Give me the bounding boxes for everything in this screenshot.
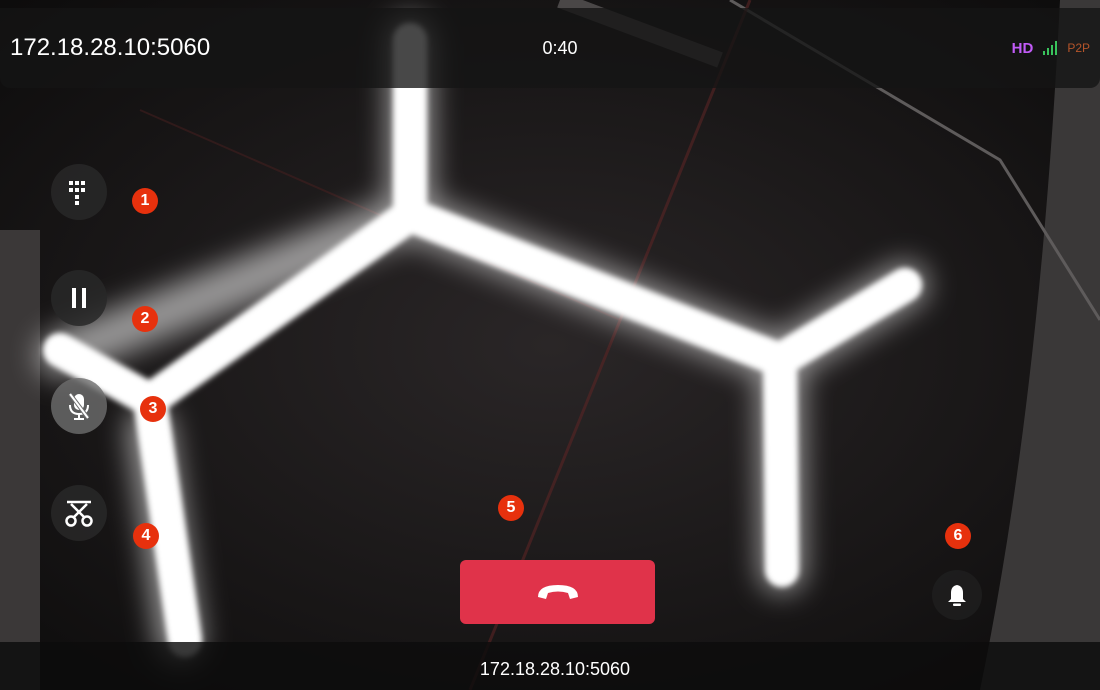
- marker-6: 6: [945, 523, 971, 549]
- mute-button[interactable]: [51, 378, 107, 434]
- call-timer: 0:40: [542, 38, 578, 58]
- video-call-screen: 172.18.28.10:5060 0:40 HD P2P 1 2 3 4 5 …: [0, 0, 1100, 690]
- phone-hangup-icon: [537, 585, 578, 599]
- alarm-button[interactable]: [932, 570, 982, 620]
- bell-icon: [948, 585, 966, 606]
- status-indicators: HD P2P: [1012, 8, 1090, 88]
- marker-2: 2: [132, 306, 158, 332]
- hold-button[interactable]: [51, 270, 107, 326]
- marker-4: 4: [133, 523, 159, 549]
- transfer-button[interactable]: [51, 485, 107, 541]
- signal-bars-icon: [1043, 41, 1058, 55]
- dialpad-icon: [69, 181, 85, 205]
- top-status-bar: 172.18.28.10:5060 0:40 HD P2P: [0, 8, 1100, 88]
- dialpad-button[interactable]: [51, 164, 107, 220]
- remote-address: 172.18.28.10:5060: [10, 34, 211, 61]
- scissors-transfer-icon: [65, 500, 93, 527]
- marker-3: 3: [140, 396, 166, 422]
- marker-1: 1: [132, 188, 158, 214]
- hangup-button[interactable]: [460, 560, 655, 624]
- marker-5: 5: [498, 495, 524, 521]
- p2p-badge: P2P: [1067, 41, 1090, 55]
- bottom-address: 172.18.28.10:5060: [479, 659, 631, 679]
- bottom-bar: 172.18.28.10:5060: [0, 642, 1100, 690]
- mic-off-icon: [68, 392, 90, 420]
- pause-icon: [72, 288, 86, 308]
- hd-badge: HD: [1011, 39, 1034, 57]
